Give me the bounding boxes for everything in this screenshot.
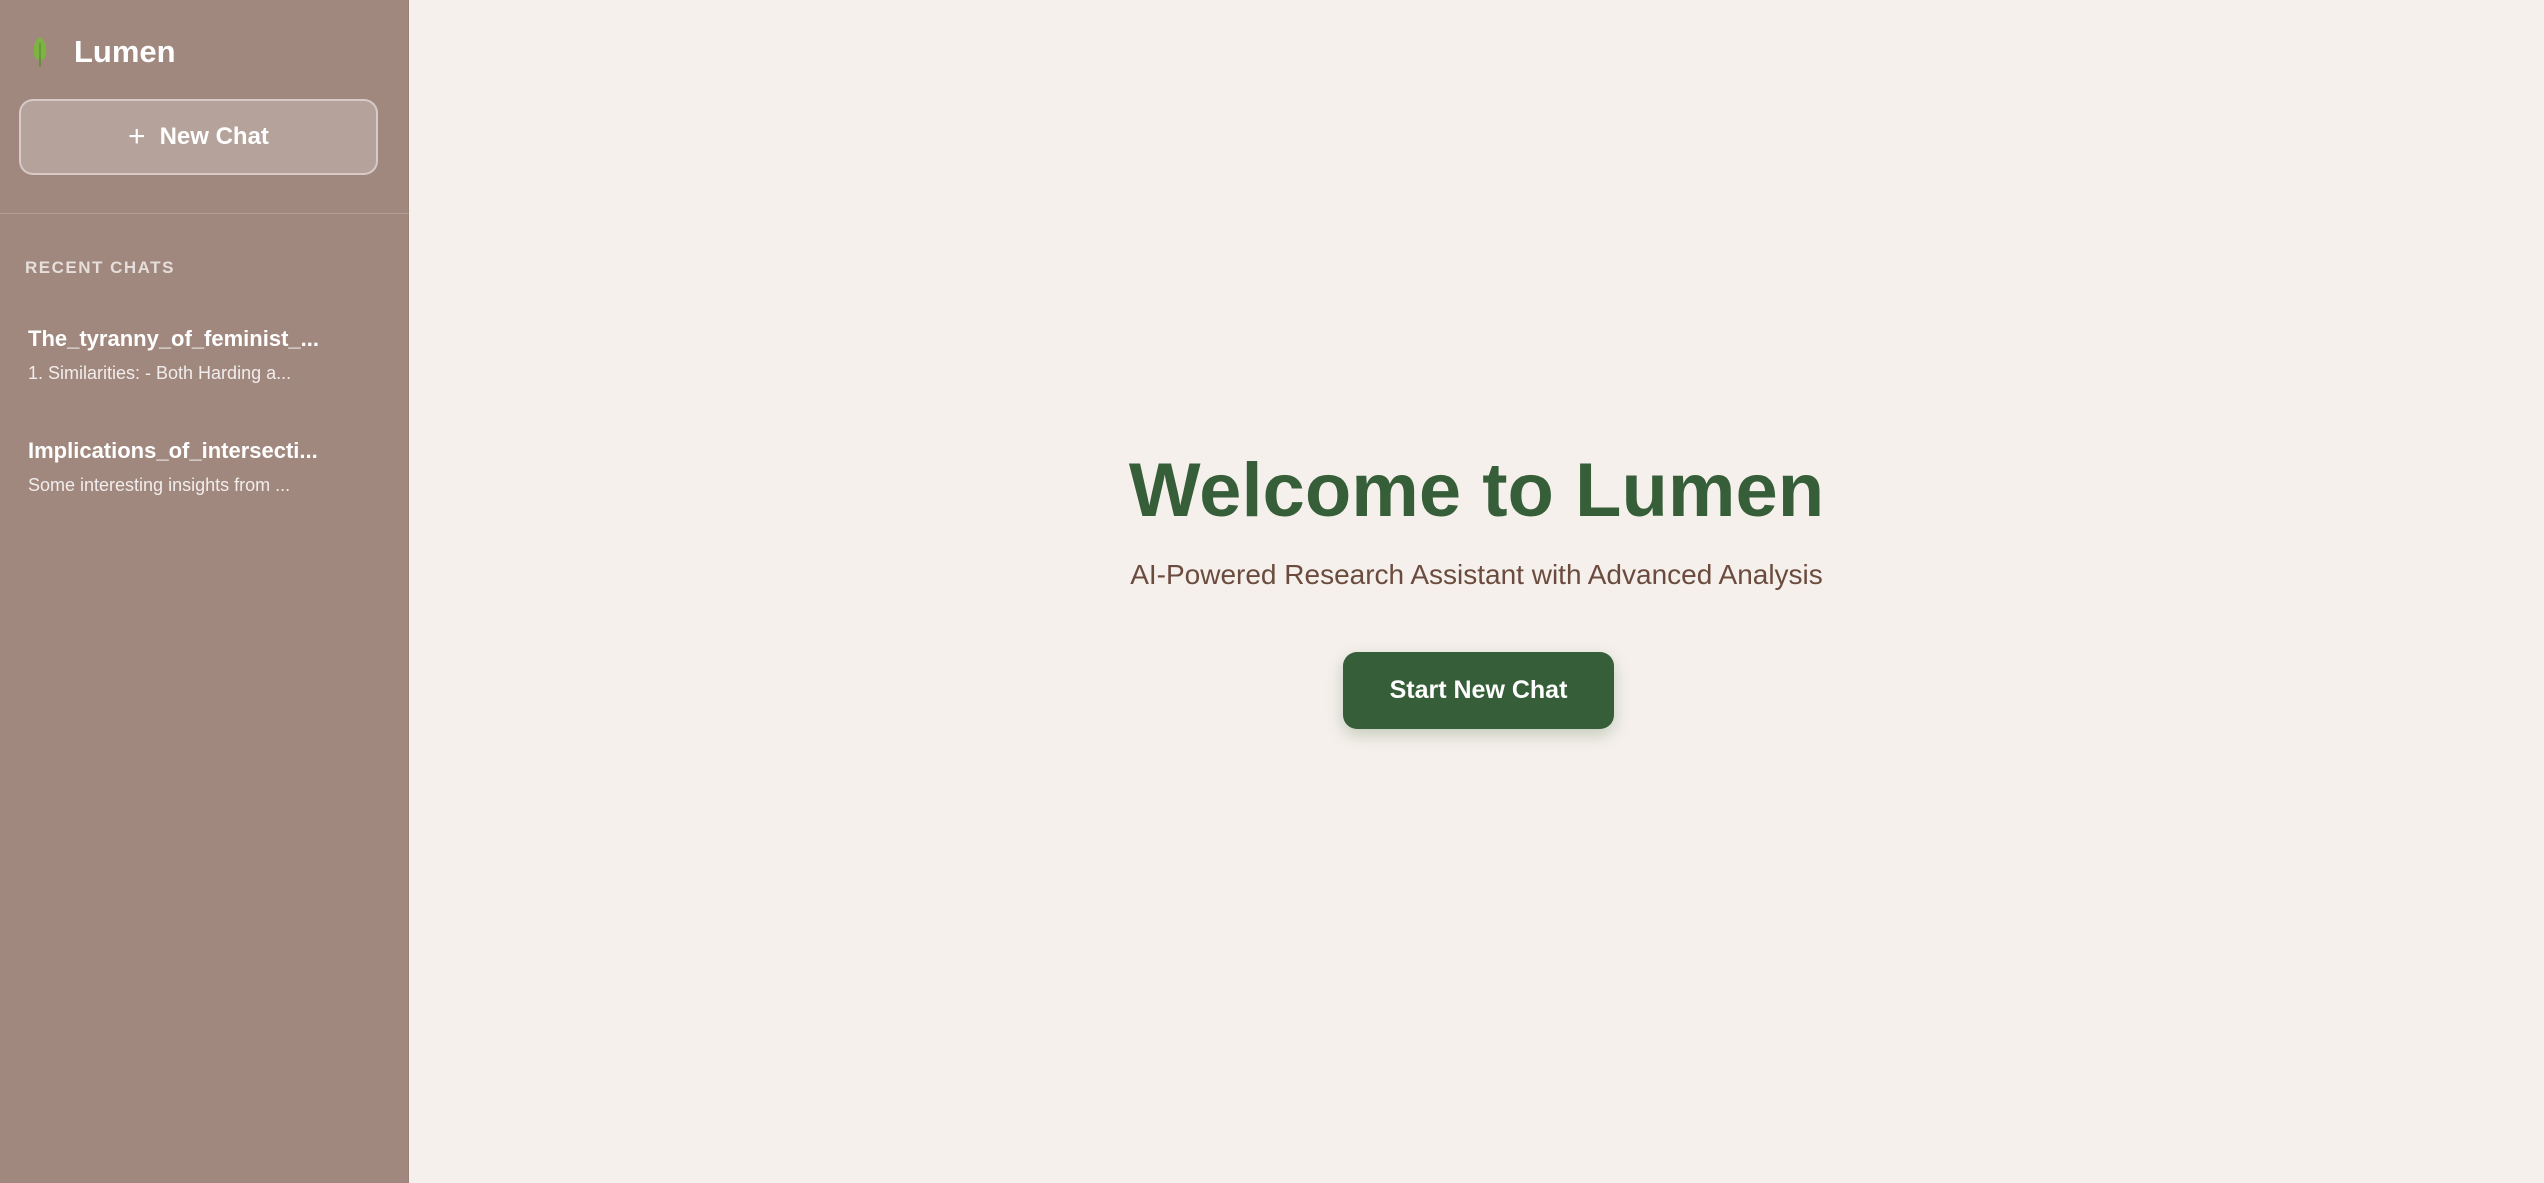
chat-list-item[interactable]: Implications_of_intersecti... Some inter… — [12, 428, 397, 518]
app-name: Lumen — [74, 34, 176, 69]
sidebar: Lumen + New Chat RECENT CHATS The_tyrann… — [0, 0, 409, 1183]
tree-icon — [28, 34, 52, 70]
welcome-title: Welcome to Lumen — [1128, 448, 1825, 533]
sidebar-divider — [0, 213, 409, 214]
recent-chats-header: RECENT CHATS — [25, 258, 175, 277]
chat-preview: Some interesting insights from ... — [28, 475, 291, 495]
brand[interactable]: Lumen — [28, 30, 176, 74]
plus-icon: + — [128, 120, 146, 153]
chat-list-item[interactable]: The_tyranny_of_feminist_... 1. Similarit… — [12, 316, 397, 406]
new-chat-label: New Chat — [159, 123, 269, 150]
chat-title: The_tyranny_of_feminist_... — [28, 326, 319, 351]
main-content: Welcome to Lumen AI-Powered Research Ass… — [409, 0, 2544, 1183]
start-new-chat-button[interactable]: Start New Chat — [1343, 652, 1614, 729]
new-chat-button[interactable]: + New Chat — [19, 99, 378, 175]
chat-title: Implications_of_intersecti... — [28, 438, 318, 463]
welcome-subtitle: AI-Powered Research Assistant with Advan… — [1130, 559, 1823, 590]
chat-preview: 1. Similarities: - Both Harding a... — [28, 363, 292, 383]
